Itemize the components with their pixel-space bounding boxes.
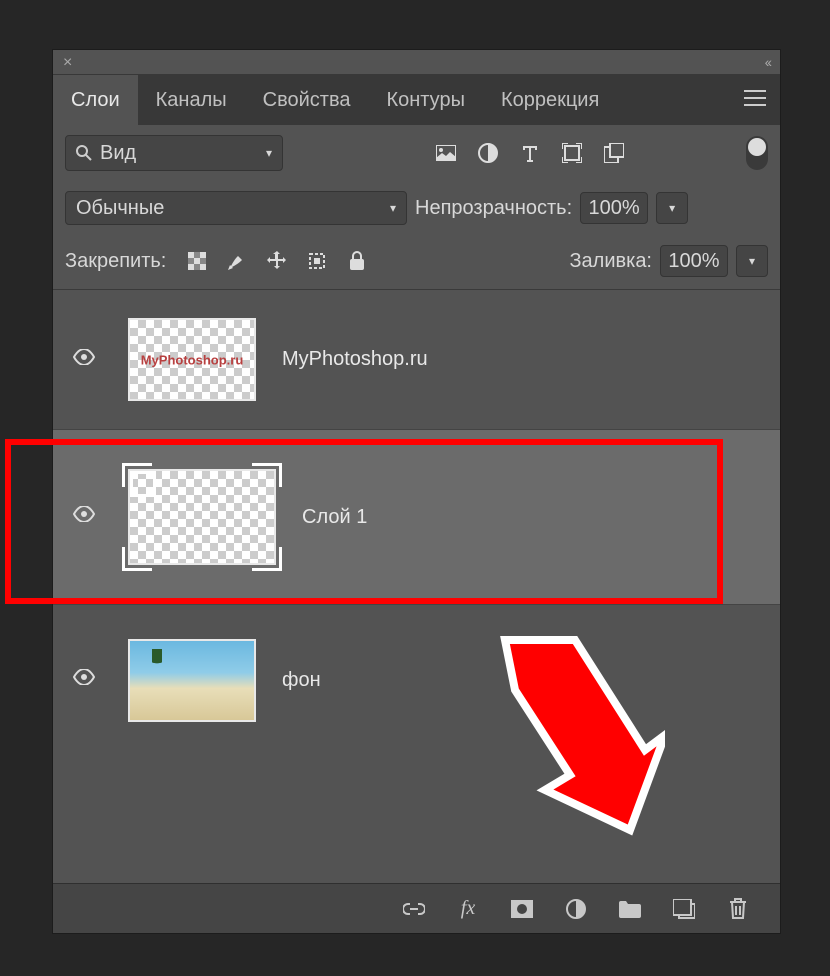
layer-thumbnail[interactable] xyxy=(128,639,256,722)
fill-value[interactable]: 100% xyxy=(660,245,728,277)
filter-smart-icon[interactable] xyxy=(603,142,625,164)
lock-image-icon[interactable] xyxy=(224,248,250,274)
tab-adjustments[interactable]: Коррекция xyxy=(483,75,617,125)
opacity-chevron[interactable]: ▾ xyxy=(656,192,688,224)
layer-name[interactable]: фон xyxy=(256,669,321,692)
layer-row[interactable]: фон xyxy=(53,605,780,755)
new-layer-icon[interactable] xyxy=(672,897,696,921)
opacity-value[interactable]: 100% xyxy=(580,192,648,224)
lock-position-icon[interactable] xyxy=(264,248,290,274)
lock-all-icon[interactable] xyxy=(344,248,370,274)
filter-type-icon[interactable] xyxy=(519,142,541,164)
layers-list: MyPhotoshop.ru MyPhotoshop.ru Слой 1 фон xyxy=(53,290,780,830)
tab-channels[interactable]: Каналы xyxy=(138,75,245,125)
fill-label: Заливка: xyxy=(569,250,652,273)
lock-label: Закрепить: xyxy=(65,250,166,273)
layers-bottom-bar: fx xyxy=(53,883,780,933)
blend-row: Обычные ▾ Непрозрачность: 100% ▾ xyxy=(53,181,780,235)
filter-type-select[interactable]: Вид ▾ xyxy=(65,135,283,171)
layer-row[interactable]: MyPhotoshop.ru MyPhotoshop.ru xyxy=(53,290,780,430)
layer-thumbnail[interactable]: MyPhotoshop.ru xyxy=(128,318,256,401)
fill-chevron[interactable]: ▾ xyxy=(736,245,768,277)
visibility-icon[interactable] xyxy=(73,349,95,371)
chevron-down-icon: ▾ xyxy=(266,146,272,160)
filter-shape-icon[interactable] xyxy=(561,142,583,164)
layer-name[interactable]: Слой 1 xyxy=(276,506,367,529)
chevron-down-icon: ▾ xyxy=(390,201,396,215)
blend-mode-select[interactable]: Обычные ▾ xyxy=(65,191,407,225)
tab-paths[interactable]: Контуры xyxy=(368,75,482,125)
layer-row[interactable]: Слой 1 xyxy=(53,430,780,605)
tab-layers[interactable]: Слои xyxy=(53,75,138,125)
panel-menu-icon[interactable] xyxy=(744,89,766,107)
adjustment-layer-icon[interactable] xyxy=(564,897,588,921)
panel-tabs: Слои Каналы Свойства Контуры Коррекция xyxy=(53,75,780,125)
layer-name[interactable]: MyPhotoshop.ru xyxy=(256,348,428,371)
search-icon xyxy=(76,145,92,161)
collapse-icon[interactable]: ‹‹ xyxy=(765,54,770,70)
filter-label: Вид xyxy=(100,142,136,165)
filter-row: Вид ▾ xyxy=(53,125,780,181)
opacity-label: Непрозрачность: xyxy=(415,197,572,220)
tab-properties[interactable]: Свойства xyxy=(245,75,369,125)
layers-panel: × ‹‹ Слои Каналы Свойства Контуры Коррек… xyxy=(52,49,781,934)
link-layers-icon[interactable] xyxy=(402,897,426,921)
layer-thumbnail[interactable] xyxy=(128,469,276,565)
lock-row: Закрепить: Заливка: 100% ▾ xyxy=(53,235,780,290)
visibility-icon[interactable] xyxy=(73,506,95,528)
layer-mask-icon[interactable] xyxy=(510,897,534,921)
filter-adjustment-icon[interactable] xyxy=(477,142,499,164)
filter-icons xyxy=(435,142,625,164)
delete-layer-icon[interactable] xyxy=(726,897,750,921)
close-icon[interactable]: × xyxy=(63,54,72,72)
filter-pixel-icon[interactable] xyxy=(435,142,457,164)
panel-topbar: × ‹‹ xyxy=(53,50,780,75)
group-icon[interactable] xyxy=(618,897,642,921)
lock-transparent-icon[interactable] xyxy=(184,248,210,274)
filter-toggle[interactable] xyxy=(746,136,768,170)
visibility-icon[interactable] xyxy=(73,669,95,691)
lock-artboard-icon[interactable] xyxy=(304,248,330,274)
layer-style-icon[interactable]: fx xyxy=(456,897,480,921)
blend-mode-label: Обычные xyxy=(76,197,164,220)
